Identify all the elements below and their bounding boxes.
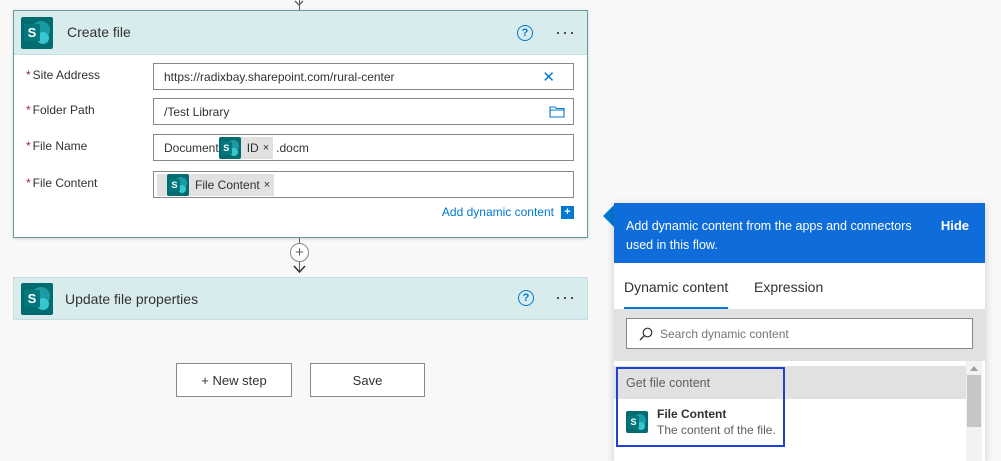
help-icon[interactable]: ? [517,25,533,41]
more-icon[interactable]: ··· [555,23,576,41]
arrow-down-icon [294,0,304,6]
arrow-down-icon [293,265,306,274]
search-box[interactable] [626,318,973,349]
insert-step-button[interactable]: + [290,243,309,262]
tab-expression[interactable]: Expression [754,279,823,295]
more-icon[interactable]: ··· [555,288,576,306]
folder-icon[interactable] [549,105,565,118]
add-dynamic-content-link[interactable]: Add dynamic content + [442,205,574,219]
search-area [614,309,985,361]
tab-dynamic-content[interactable]: Dynamic content [624,279,728,295]
file-content-token[interactable]: S File Content × [157,173,275,196]
create-file-card: S Create file ? ··· * Site Address https:… [13,10,588,238]
file-name-field[interactable]: Document S ID × .docm [153,134,574,161]
plus-icon: + [561,205,574,219]
panel-message: Add dynamic content from the apps and co… [626,219,912,252]
id-token[interactable]: S ID × [218,136,274,159]
panel-tabs: Dynamic content Expression [614,263,985,309]
save-button[interactable]: Save [310,363,425,397]
new-step-button[interactable]: + New step [176,363,292,397]
sharepoint-logo-icon: S [21,283,53,315]
search-icon [639,327,653,340]
folder-path-value: /Test Library [164,104,230,119]
folder-path-field[interactable]: /Test Library [153,98,574,125]
flow-canvas: S Create file ? ··· * Site Address https:… [0,0,1001,461]
panel-header: Add dynamic content from the apps and co… [614,203,985,263]
sharepoint-logo-icon: S [21,17,53,49]
file-content-label: * File Content [26,176,98,190]
scrollbar[interactable] [966,361,982,461]
search-input[interactable] [660,326,960,341]
sharepoint-logo-icon: S [167,173,189,196]
file-name-label: * File Name [26,139,88,153]
sharepoint-logo-icon: S [218,136,241,159]
file-name-prefix: Document [164,140,219,155]
site-address-field[interactable]: https://radixbay.sharepoint.com/rural-ce… [153,63,574,90]
panel-pointer [603,205,614,227]
card-title: Create file [67,24,131,40]
folder-path-label: * Folder Path [26,103,95,117]
highlight-box [616,367,785,447]
help-icon[interactable]: ? [518,290,534,306]
scroll-thumb[interactable] [967,375,981,427]
create-file-header[interactable]: S Create file ? ··· [14,11,587,55]
update-file-properties-card[interactable]: S Update file properties ? ··· [13,277,588,320]
file-name-suffix: .docm [276,140,309,155]
site-address-value: https://radixbay.sharepoint.com/rural-ce… [164,69,395,84]
card-title: Update file properties [65,291,199,307]
remove-token-icon[interactable]: × [264,179,270,191]
site-address-label: * Site Address [26,68,101,82]
file-content-field[interactable]: S File Content × [153,171,574,198]
clear-icon[interactable]: ✕ [542,68,555,86]
hide-button[interactable]: Hide [941,218,969,233]
remove-token-icon[interactable]: × [263,142,269,154]
scroll-up-icon[interactable] [970,366,978,371]
